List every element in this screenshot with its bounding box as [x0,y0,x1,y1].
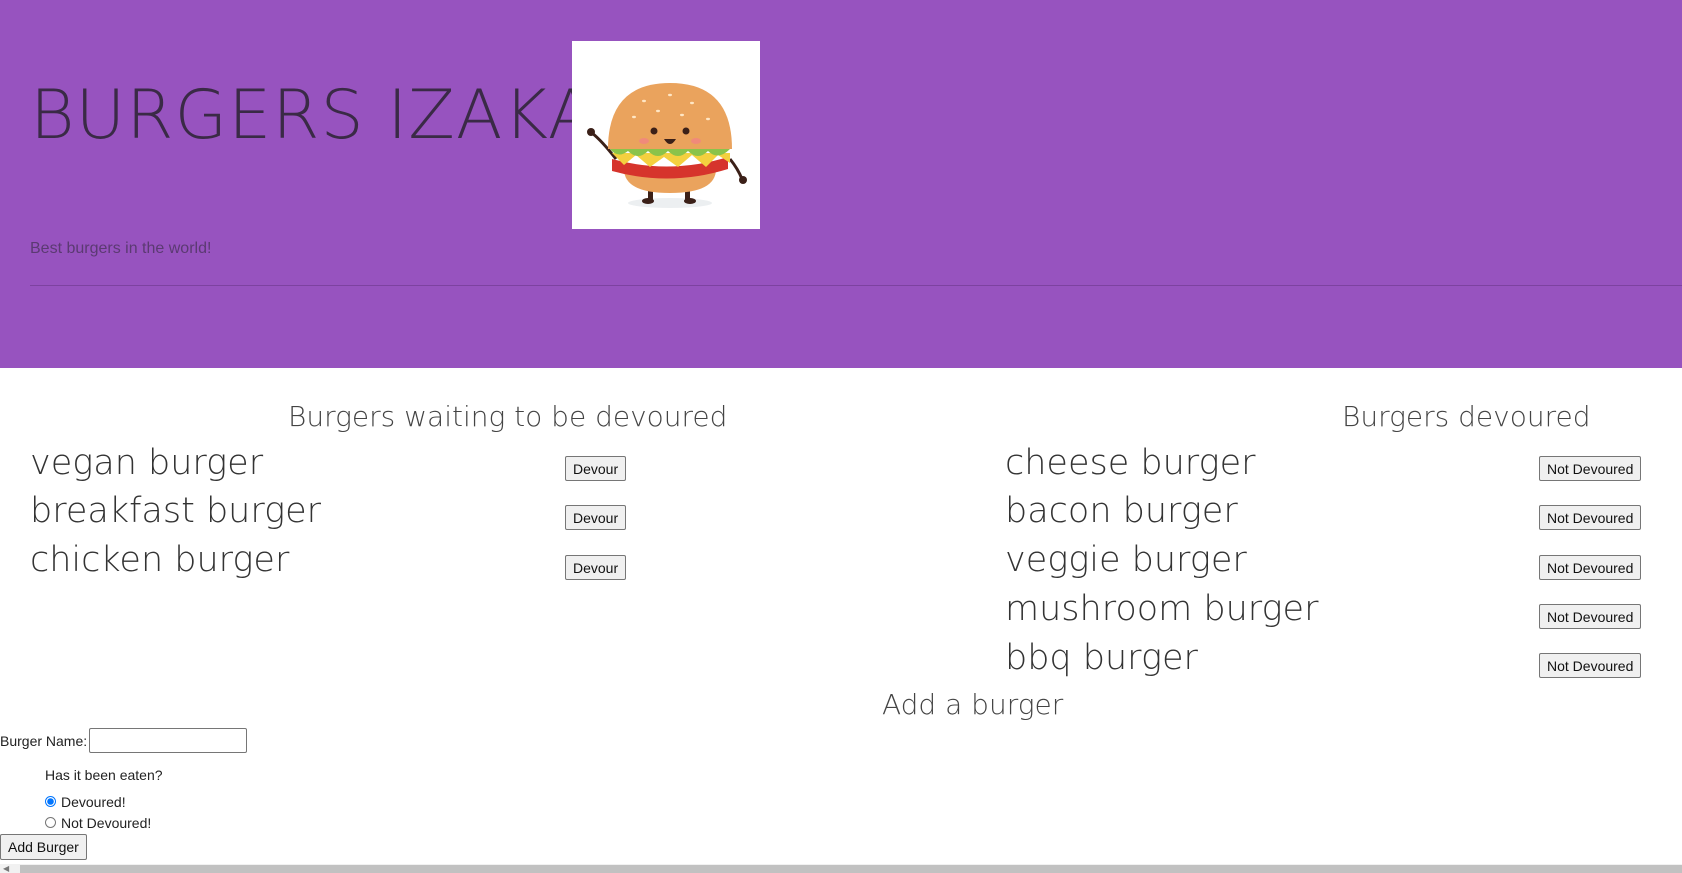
devour-button[interactable]: Devour [565,555,627,580]
not-devoured-button[interactable]: Not Devoured [1539,456,1642,481]
add-burger-heading: Add a burger [882,688,1064,721]
not-devoured-button[interactable]: Not Devoured [1539,505,1642,530]
horizontal-scrollbar[interactable]: ◀ [0,864,1682,873]
devoured-burger-name: mushroom burger [1005,589,1319,629]
header-divider [30,285,1682,286]
waiting-burger-name: chicken burger [30,540,290,580]
burger-name-label: Burger Name: [0,733,88,749]
burger-name-input[interactable] [89,728,247,753]
devoured-radio[interactable] [45,796,56,807]
not-devoured-button[interactable]: Not Devoured [1539,604,1642,629]
devoured-radio-label: Devoured! [61,794,126,810]
eaten-question-label: Has it been eaten? [45,767,163,783]
waiting-burger-name: breakfast burger [30,491,322,531]
not-devoured-radio-label: Not Devoured! [61,815,152,831]
burger-mascot-icon [572,41,760,229]
devoured-burger-name: veggie burger [1005,540,1247,580]
burger-mascot-illustration [587,83,747,208]
add-burger-button[interactable]: Add Burger [0,834,87,860]
not-devoured-button[interactable]: Not Devoured [1539,653,1642,678]
not-devoured-radio[interactable] [45,817,56,828]
page: BURGERS IZAKAYA Best burgers in the worl… [0,0,1682,873]
devour-button[interactable]: Devour [565,505,627,530]
devoured-burger-name: bacon burger [1005,491,1238,531]
not-devoured-button[interactable]: Not Devoured [1539,555,1642,580]
waiting-heading: Burgers waiting to be devoured [288,400,728,433]
scrollbar-thumb[interactable] [20,865,1682,873]
devoured-heading: Burgers devoured [1342,400,1591,433]
waiting-burger-name: vegan burger [30,443,264,483]
header-jumbotron: BURGERS IZAKAYA Best burgers in the worl… [0,0,1682,368]
devour-button[interactable]: Devour [565,456,627,481]
tagline: Best burgers in the world! [30,240,212,257]
devoured-burger-name: cheese burger [1005,443,1256,483]
devoured-burger-name: bbq burger [1005,638,1198,678]
scroll-left-arrow-icon[interactable]: ◀ [3,864,9,873]
